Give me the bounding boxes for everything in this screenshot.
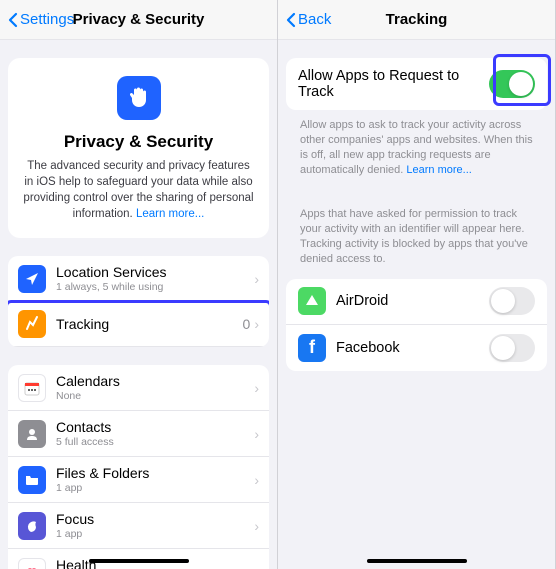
row-subtitle: 1 app [56,528,254,540]
row-subtitle: 1 always, 5 while using [56,281,254,293]
location-icon [18,265,46,293]
learn-more-link[interactable]: Learn more... [136,208,204,220]
home-indicator[interactable] [89,559,189,563]
page-title: Tracking [328,11,505,28]
row-label: Files & Folders [56,465,254,481]
app-toggle[interactable] [489,334,535,362]
health-icon [18,558,46,569]
calendars-row[interactable]: Calendars None › [8,365,269,411]
row-label: Calendars [56,373,254,389]
chevron-right-icon: › [254,564,259,569]
home-indicator[interactable] [367,559,467,563]
apps-group: AirDroid f Facebook [286,279,547,371]
app-row-airdroid: AirDroid [286,279,547,325]
tracking-screen: Back Tracking Allow Apps to Request to T… [278,0,556,569]
location-services-row[interactable]: Location Services 1 always, 5 while usin… [8,256,269,302]
airdroid-icon [298,287,326,315]
focus-row[interactable]: Focus 1 app › [8,503,269,549]
chevron-right-icon: › [254,426,259,442]
folder-icon [18,466,46,494]
files-folders-row[interactable]: Files & Folders 1 app › [8,457,269,503]
calendar-icon [18,374,46,402]
privacy-security-screen: Settings Privacy & Security Privacy & Se… [0,0,278,569]
focus-icon [18,512,46,540]
chevron-right-icon: › [254,316,259,332]
chevron-right-icon: › [254,472,259,488]
back-button[interactable]: Settings [8,11,74,28]
app-row-facebook: f Facebook [286,325,547,371]
chevron-right-icon: › [254,518,259,534]
hero-title: Privacy & Security [22,132,255,152]
row-label: Location Services [56,264,254,280]
row-label: Tracking [56,316,243,332]
settings-group-2: Calendars None › Contacts 5 full access … [8,365,269,569]
chevron-left-icon [8,12,18,28]
hero-card: Privacy & Security The advanced security… [8,58,269,238]
settings-group-1: Location Services 1 always, 5 while usin… [8,256,269,347]
hero-description: The advanced security and privacy featur… [22,158,255,222]
row-subtitle: 5 full access [56,436,254,448]
chevron-right-icon: › [254,271,259,287]
facebook-icon: f [298,334,326,362]
app-label: AirDroid [336,293,489,309]
row-label: Contacts [56,419,254,435]
hand-icon [117,76,161,120]
tracking-icon [18,310,46,338]
allow-tracking-toggle[interactable] [489,70,535,98]
back-label: Settings [20,11,74,28]
contacts-row[interactable]: Contacts 5 full access › [8,411,269,457]
row-label: Focus [56,511,254,527]
allow-tracking-footer: Allow apps to ask to track your activity… [286,110,547,181]
contacts-icon [18,420,46,448]
navbar: Settings Privacy & Security [0,0,277,40]
app-toggle[interactable] [489,287,535,315]
chevron-right-icon: › [254,380,259,396]
row-subtitle: None [56,390,254,402]
row-subtitle: 1 app [56,482,254,494]
apps-footer: Apps that have asked for permission to t… [286,199,547,270]
app-label: Facebook [336,340,489,356]
allow-tracking-row: Allow Apps to Request to Track [286,58,547,110]
allow-tracking-label: Allow Apps to Request to Track [298,68,489,100]
tracking-row[interactable]: Tracking 0 › [8,302,269,347]
navbar: Back Tracking [278,0,555,40]
back-label: Back [298,11,331,28]
chevron-left-icon [286,12,296,28]
back-button[interactable]: Back [286,11,331,28]
learn-more-link[interactable]: Learn more... [406,164,471,176]
row-detail: 0 [243,316,251,332]
